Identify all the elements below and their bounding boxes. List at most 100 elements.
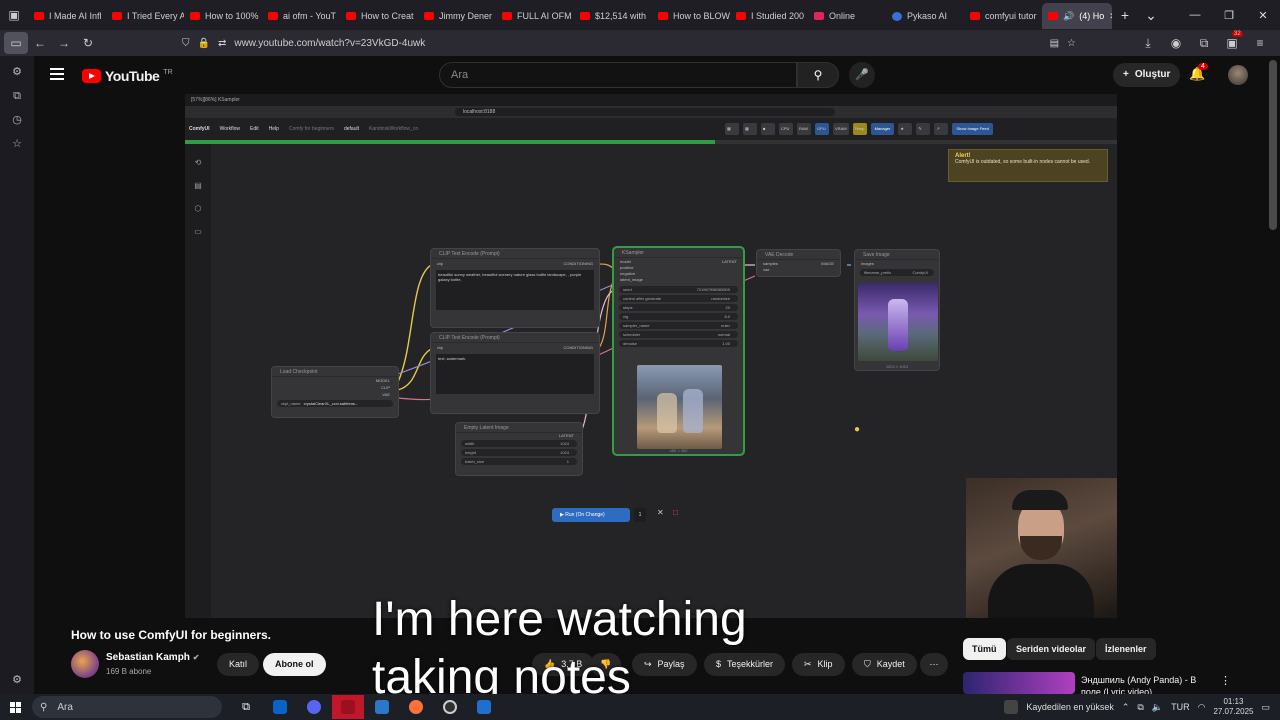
sidebar-toggle-icon[interactable]: ▭ [4, 32, 28, 54]
browser-tab[interactable]: Jimmy Dener [418, 3, 496, 29]
tab-list-chevron-icon[interactable]: ⌄ [1138, 7, 1164, 24]
bookmark-star-icon[interactable]: ☆ [1067, 38, 1076, 49]
browser-tab[interactable]: ai ofm - YouT [262, 3, 340, 29]
history-icon[interactable]: ◷ [0, 108, 34, 132]
video-title: How to use ComfyUI for beginners. [71, 628, 272, 642]
save-button[interactable]: ⛉ Kaydet [852, 653, 917, 676]
browser-tab[interactable]: comfyui tutor [964, 3, 1042, 29]
save-playlist-icon: ⛉ [864, 659, 871, 669]
user-avatar[interactable] [1228, 65, 1248, 85]
browser-tab[interactable]: $12,514 with [574, 3, 652, 29]
reload-icon[interactable]: ↻ [76, 32, 100, 54]
obs-icon[interactable] [434, 695, 466, 719]
ai-chat-icon[interactable]: ⚙ [0, 60, 34, 84]
browser-tab[interactable]: How to BLOW [652, 3, 730, 29]
youtube-favicon-icon [736, 12, 746, 20]
url-bar[interactable]: ⛉ 🔒 ⇄ www.youtube.com/watch?v=23VkGD-4uw… [176, 33, 1076, 53]
task-view-icon[interactable]: ⧉ [230, 695, 262, 719]
browser-tab-strip: ▣ I Made AI Infl I Tried Every A How to … [0, 0, 1280, 30]
browser-sidebar: ⚙ ⧉ ◷ ☆ ⚙ [0, 56, 34, 694]
search-icon[interactable]: ⚲ [797, 62, 839, 88]
window-close-icon[interactable]: ✕ [1246, 0, 1280, 30]
app-icon[interactable] [366, 695, 398, 719]
wifi-icon[interactable]: ◠ [1198, 702, 1206, 713]
notification-avatar[interactable] [1004, 700, 1019, 714]
more-icon: ⋯ [929, 659, 939, 669]
permissions-icon[interactable]: ⇄ [218, 38, 226, 49]
guide-menu-icon[interactable] [50, 68, 64, 80]
youtube-favicon-icon [190, 12, 200, 20]
app-icon[interactable] [468, 695, 500, 719]
clip-button[interactable]: ✂ Klip [792, 653, 845, 676]
youtube-favicon-icon [34, 12, 44, 20]
chevron-up-icon[interactable]: ⌃ [1122, 702, 1130, 713]
account-icon[interactable]: ◉ [1164, 32, 1188, 54]
chip-series[interactable]: Seriden videolar [1007, 638, 1096, 660]
chip-watched[interactable]: İzlenenler [1096, 638, 1156, 660]
share-button[interactable]: ↪ Paylaş [632, 653, 697, 676]
lock-icon[interactable]: 🔒 [198, 38, 210, 49]
notifications-bell-icon[interactable]: 🔔 4 [1189, 63, 1208, 82]
firefox-icon[interactable] [400, 695, 432, 719]
plus-icon: + [1123, 69, 1129, 80]
bookmarks-icon[interactable]: ☆ [0, 132, 34, 156]
browser-tab[interactable]: How to Creat [340, 3, 418, 29]
youtube-favicon-icon [658, 12, 668, 20]
browser-tab[interactable]: I Made AI Infl [28, 3, 106, 29]
url-text[interactable]: www.youtube.com/watch?v=23VkGD-4uwk [234, 38, 425, 49]
new-tab-button[interactable]: + [1112, 7, 1138, 23]
more-actions-button[interactable]: ⋯ [920, 653, 948, 676]
browser-navbar: ▭ ← → ↻ ⛉ 🔒 ⇄ www.youtube.com/watch?v=23… [0, 30, 1280, 56]
app-icon[interactable] [332, 695, 364, 719]
browser-tab-active[interactable]: 🔊(4) Ho✕ [1042, 3, 1112, 29]
browser-tab[interactable]: Online [808, 3, 886, 29]
clock[interactable]: 01:13 27.07.2025 [1213, 697, 1253, 717]
youtube-header: YouTube TR Ara ⚲ 🎤 + Oluştur 🔔 4 [34, 56, 1280, 94]
microphone-icon[interactable]: 🎤 [849, 62, 875, 88]
back-icon[interactable]: ← [28, 32, 52, 54]
tab-overview-icon[interactable]: ▣ [0, 0, 28, 30]
share-icon: ↪ [644, 659, 652, 669]
chip-all[interactable]: Tümü [963, 638, 1006, 660]
search-input[interactable]: Ara [439, 62, 797, 88]
reader-view-icon[interactable]: ▤ [1050, 38, 1059, 49]
customize-icon[interactable]: ⚙ [0, 668, 34, 692]
browser-tab[interactable]: I Studied 200 [730, 3, 808, 29]
shield-icon[interactable]: ⛉ [182, 38, 190, 49]
recommendation-menu-icon[interactable]: ⋮ [1220, 674, 1231, 687]
channel-avatar[interactable] [71, 650, 99, 678]
scrollbar[interactable] [1269, 60, 1277, 230]
thanks-button[interactable]: $ Teşekkürler [704, 653, 786, 676]
join-button[interactable]: Katıl [217, 653, 260, 676]
subscribe-button[interactable]: Abone ol [263, 653, 326, 676]
discord-icon[interactable] [298, 695, 330, 719]
synced-tabs-icon[interactable]: ⧉ [0, 84, 34, 108]
forward-icon[interactable]: → [52, 32, 76, 54]
restore-icon[interactable]: ❐ [1212, 0, 1246, 30]
network-icon[interactable]: ⧉ [1137, 702, 1143, 713]
browser-tab[interactable]: I Tried Every A [106, 3, 184, 29]
browser-tab[interactable]: FULL AI OFM [496, 3, 574, 29]
extension-badge-icon[interactable]: ▣ 32 [1220, 31, 1244, 54]
run-count: 1 [634, 508, 646, 522]
extensions-icon[interactable]: ⧉ [1192, 32, 1216, 54]
recommendation-thumbnail[interactable] [963, 672, 1075, 694]
video-player[interactable]: [57%][86%] KSampler localhost:8188 Comfy… [185, 94, 1117, 618]
download-icon[interactable]: ⤓ [1136, 32, 1160, 54]
browser-tab[interactable]: How to 100% [184, 3, 262, 29]
create-button[interactable]: + Oluştur [1113, 63, 1181, 87]
channel-name[interactable]: Sebastian Kamph ✔ [106, 652, 199, 663]
minimize-icon[interactable]: — [1178, 0, 1212, 30]
volume-icon[interactable]: 🔈 [1152, 702, 1163, 713]
youtube-favicon-icon [268, 12, 278, 20]
start-button[interactable] [0, 694, 30, 720]
browser-tab[interactable]: Pykaso AI [886, 3, 964, 29]
menu-icon[interactable]: ≡ [1248, 32, 1272, 54]
taskbar-search-input[interactable]: ⚲ Ara [32, 696, 222, 718]
notifications-icon[interactable]: ▭ [1261, 702, 1270, 713]
speaker-icon[interactable]: 🔊 [1063, 11, 1074, 22]
youtube-logo[interactable]: YouTube TR [82, 68, 173, 84]
outlook-icon[interactable] [264, 695, 296, 719]
search-icon: ⚲ [40, 701, 48, 713]
verified-icon: ✔ [192, 653, 200, 662]
